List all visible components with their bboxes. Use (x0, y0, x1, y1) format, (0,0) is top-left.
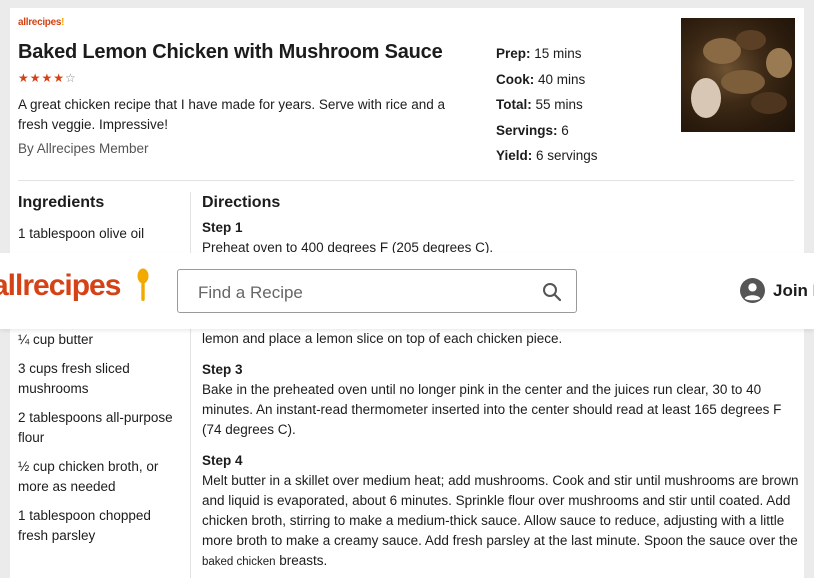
ingredients-list-top: 1 tablespoon olive oil (18, 224, 178, 253)
step-text: lemon and place a lemon slice on top of … (202, 331, 563, 346)
empty-star-icon: ☆ (65, 71, 77, 85)
directions-list: lemon and place a lemon slice on top of … (202, 329, 802, 578)
recipe-photo[interactable] (681, 18, 795, 132)
recipe-byline[interactable]: By Allrecipes Member (18, 141, 149, 156)
step-text-small: baked chicken (202, 556, 276, 568)
recipe-title: Baked Lemon Chicken with Mushroom Sauce (18, 41, 443, 63)
site-header: allrecipes Join N (0, 253, 814, 329)
card-brand-logo[interactable]: allrecipes! (18, 17, 64, 28)
ingredient-item[interactable]: 2 tablespoons all-purpose flour (18, 408, 178, 448)
photo-detail (751, 92, 787, 114)
meta-yield: Yield: 6 servings (496, 143, 598, 169)
rating-stars[interactable]: ★★★★☆ (18, 71, 77, 85)
join-now-link[interactable]: Join N (773, 281, 814, 301)
card-brand-text: allrecipes (18, 17, 62, 28)
directions-step-1: Step 1 Preheat oven to 400 degrees F (20… (202, 218, 802, 258)
step-text: Melt butter in a skillet over medium hea… (202, 471, 802, 572)
meta-value: 6 (561, 122, 569, 138)
section-divider (18, 180, 794, 181)
meta-label: Yield: (496, 148, 533, 163)
column-divider (190, 192, 191, 578)
photo-detail (736, 30, 766, 50)
step-label: Step 1 (202, 220, 243, 235)
meta-value: 55 mins (535, 97, 583, 112)
step-label: Step 4 (202, 453, 243, 468)
ingredient-item[interactable]: 3 cups fresh sliced mushrooms (18, 359, 178, 399)
meta-prep: Prep: 15 mins (496, 41, 598, 67)
meta-servings: Servings: 6 (496, 118, 598, 144)
search-box (177, 269, 577, 313)
spoon-icon: ! (61, 17, 65, 28)
recipe-description: A great chicken recipe that I have made … (18, 97, 445, 132)
ingredients-list: ¼ cup butter 3 cups fresh sliced mushroo… (18, 330, 178, 555)
directions-step-4: Step 4 Melt butter in a skillet over med… (202, 451, 802, 572)
meta-cook: Cook: 40 mins (496, 67, 598, 93)
directions-step-2: lemon and place a lemon slice on top of … (202, 329, 802, 349)
ingredient-item[interactable]: ¼ cup butter (18, 330, 178, 350)
step-text-part: breasts. (275, 553, 328, 568)
photo-detail (766, 48, 792, 78)
meta-label: Prep: (496, 46, 531, 61)
site-logo-text: allrecipes (0, 269, 121, 302)
directions-step-3: Step 3 Bake in the preheated oven until … (202, 360, 802, 440)
ingredient-item[interactable]: 1 tablespoon olive oil (18, 224, 178, 244)
meta-value: 40 mins (538, 71, 586, 87)
meta-label: Cook: (496, 71, 535, 87)
ingredient-item[interactable]: ½ cup chicken broth, or more as needed (18, 457, 178, 497)
meta-value: 6 servings (536, 148, 598, 163)
directions-heading: Directions (202, 194, 281, 211)
meta-label: Servings: (496, 122, 558, 138)
site-logo[interactable]: allrecipes (0, 269, 121, 303)
meta-total: Total: 55 mins (496, 92, 598, 118)
ingredients-heading: Ingredients (18, 194, 105, 211)
search-input[interactable] (198, 282, 518, 304)
spoon-icon (137, 268, 149, 301)
meta-label: Total: (496, 97, 532, 112)
step-text-part: Melt butter in a skillet over medium hea… (202, 473, 799, 548)
recipe-meta: Prep: 15 mins Cook: 40 mins Total: 55 mi… (496, 41, 598, 169)
user-icon[interactable] (740, 278, 765, 303)
photo-detail (721, 70, 765, 94)
ingredient-item[interactable]: 1 tablespoon chopped fresh parsley (18, 506, 178, 546)
step-text: Bake in the preheated oven until no long… (202, 382, 782, 437)
meta-value: 15 mins (534, 46, 582, 61)
search-icon[interactable] (542, 282, 562, 302)
photo-detail (691, 78, 721, 118)
step-label: Step 3 (202, 362, 243, 377)
filled-stars-icon: ★★★★ (18, 71, 66, 85)
